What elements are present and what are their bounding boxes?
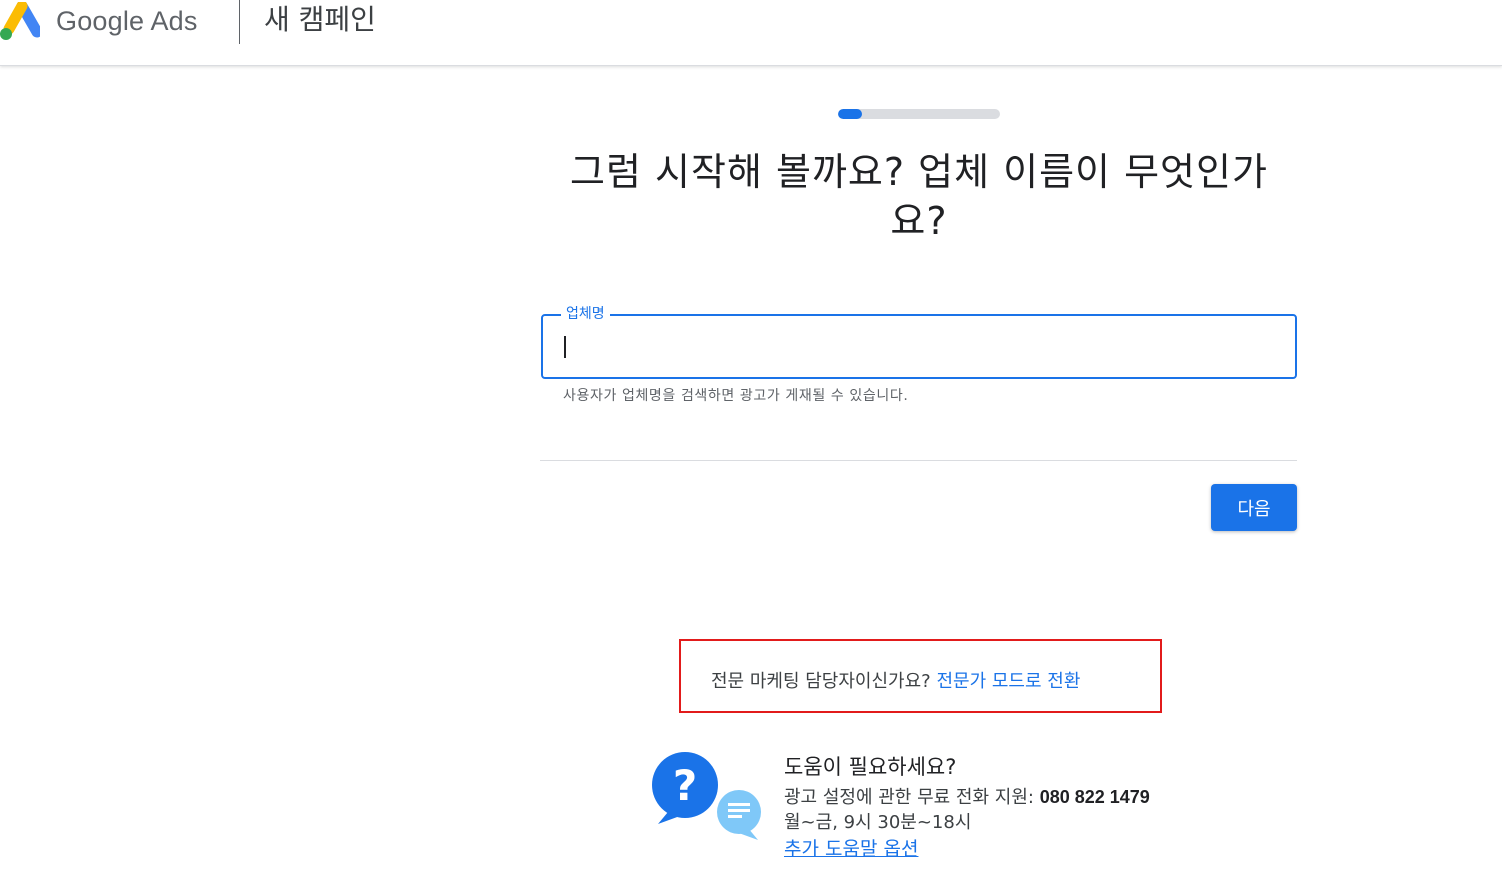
page-headline: 그럼 시작해 볼까요? 업체 이름이 무엇인가요? <box>570 150 1268 243</box>
svg-text:?: ? <box>673 761 697 810</box>
help-phone-number: 080 822 1479 <box>1039 787 1150 807</box>
help-phone-prefix: 광고 설정에 관한 무료 전화 지원: <box>784 787 1034 808</box>
business-name-input[interactable] <box>543 316 1295 377</box>
help-chat-bubble-icon: ? <box>652 752 761 840</box>
text-cursor <box>564 336 566 358</box>
expert-mode-highlight-box: 전문 마케팅 담당자이신가요? 전문가 모드로 전환 <box>679 639 1162 713</box>
page-title: 새 캠페인 <box>264 3 376 36</box>
help-hours: 월~금, 9시 30분~18시 <box>784 812 972 833</box>
switch-to-expert-mode-link[interactable]: 전문가 모드로 전환 <box>936 671 1080 692</box>
step-progress-fill <box>838 109 863 119</box>
header-divider <box>239 0 240 44</box>
product-name[interactable]: Google Ads <box>56 4 198 38</box>
next-button[interactable]: 다음 <box>1211 484 1297 531</box>
business-name-field[interactable]: 업체명 <box>541 305 1297 379</box>
section-divider <box>540 460 1297 461</box>
top-app-bar: Google Ads 새 캠페인 <box>0 0 1502 66</box>
expert-mode-row: 전문 마케팅 담당자이신가요? 전문가 모드로 전환 <box>711 670 1080 694</box>
help-title: 도움이 필요하세요? <box>784 755 957 779</box>
business-name-helper-text: 사용자가 업체명을 검색하면 광고가 게재될 수 있습니다. <box>563 388 909 404</box>
google-ads-logo-icon[interactable] <box>0 2 40 42</box>
help-phone-line: 광고 설정에 관한 무료 전화 지원: 080 822 1479 <box>784 785 1150 810</box>
step-progress-bar <box>838 109 1000 119</box>
expert-mode-prompt: 전문 마케팅 담당자이신가요? <box>711 671 931 692</box>
more-help-options-link[interactable]: 추가 도움말 옵션 <box>784 837 918 861</box>
